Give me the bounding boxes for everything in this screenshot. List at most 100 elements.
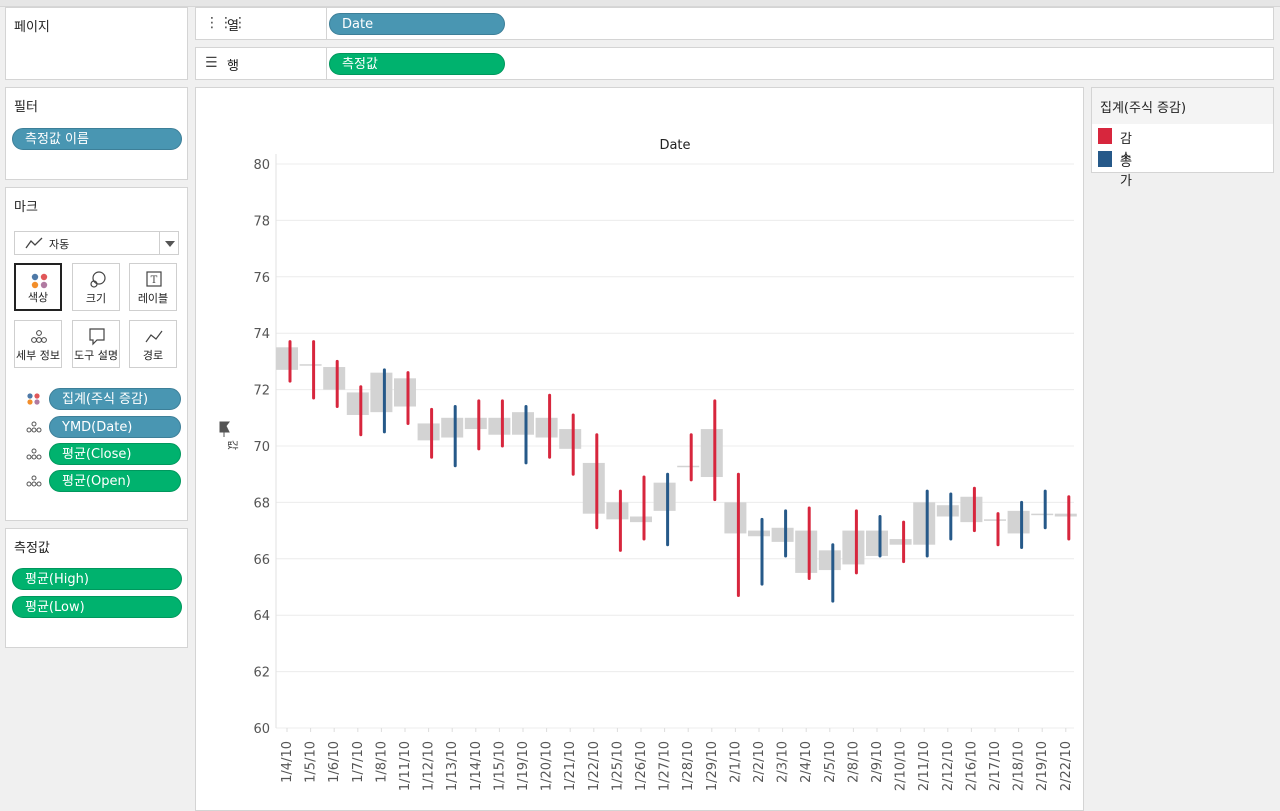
marks-pill-avg-close[interactable]: 평균(Close) xyxy=(49,443,181,465)
line-mark-icon xyxy=(25,237,43,249)
measure-pill-avg-low[interactable]: 평균(Low) xyxy=(12,596,182,618)
marks-pill-trend[interactable]: 집계(주식 증감) xyxy=(49,388,181,410)
x-tick-label: 2/3/10 xyxy=(776,741,791,783)
y-tick-label: 76 xyxy=(253,271,270,286)
color-label: 색상 xyxy=(27,291,49,304)
y-tick-label: 70 xyxy=(253,440,270,455)
marks-field-detail-close[interactable]: 평균(Close) xyxy=(18,443,183,465)
columns-shelf[interactable]: ⋮⋮⋮ 열 Date xyxy=(195,7,1274,40)
candle-body xyxy=(512,412,534,435)
filters-title: 필터 xyxy=(14,100,38,115)
candle-body xyxy=(842,530,865,565)
color-dots-icon xyxy=(27,393,40,405)
y-tick-label: 80 xyxy=(253,158,270,173)
candle-body xyxy=(984,519,1006,521)
x-tick-label: 2/1/10 xyxy=(728,741,743,783)
y-tick-label: 78 xyxy=(253,214,270,229)
candle-body xyxy=(724,502,747,534)
x-tick-label: 2/9/10 xyxy=(870,741,885,783)
candle-body xyxy=(771,527,794,542)
x-tick-label: 2/10/10 xyxy=(894,741,909,791)
marks-field-color[interactable]: 집계(주식 증감) xyxy=(18,388,183,410)
label-button[interactable]: T 레이블 xyxy=(129,263,177,311)
tooltip-button[interactable]: 도구 설명 xyxy=(72,320,120,368)
pin-icon xyxy=(219,421,230,437)
marks-pill-avg-open[interactable]: 평균(Open) xyxy=(49,470,181,492)
candle-body xyxy=(913,502,936,545)
x-tick-label: 1/22/10 xyxy=(587,741,602,791)
rows-label: 행 xyxy=(227,59,239,74)
x-tick-label: 1/4/10 xyxy=(280,741,295,783)
chart-view[interactable]: Date 60 62 64 66 68 70 72 74 76 78 80 값 1/4/10 1/5/10 1… xyxy=(195,87,1084,811)
candle-body xyxy=(582,462,605,514)
candle-body xyxy=(818,550,841,571)
candle-body xyxy=(559,429,582,449)
rows-shelf[interactable]: ☰ 행 측정값 xyxy=(195,47,1274,80)
marks-field-detail-open[interactable]: 평균(Open) xyxy=(18,470,183,492)
measure-values-card: 측정값 평균(High) 평균(Low) xyxy=(5,528,188,648)
candle-body xyxy=(1054,513,1077,517)
x-tick-label: 1/20/10 xyxy=(540,741,555,791)
filters-card[interactable]: 필터 측정값 이름 xyxy=(5,87,188,180)
candle-body xyxy=(936,505,959,517)
detail-button[interactable]: 세부 정보 xyxy=(14,320,62,368)
candle-body xyxy=(370,372,393,413)
y-tick-label: 64 xyxy=(253,609,270,624)
x-tick-label: 2/22/10 xyxy=(1059,741,1074,791)
text-label-icon: T xyxy=(146,271,162,287)
x-tick-label: 2/19/10 xyxy=(1035,741,1050,791)
x-tick-label: 2/4/10 xyxy=(799,741,814,783)
size-label: 크기 xyxy=(85,292,107,305)
legend-header: 집계(주식 증감) xyxy=(1092,88,1273,124)
x-tick-label: 1/8/10 xyxy=(374,741,389,783)
columns-shelf-label: ⋮⋮⋮ 열 xyxy=(196,8,327,39)
detail-dots-icon xyxy=(26,421,42,433)
candle-body xyxy=(535,417,558,438)
marks-pill-ymd-date[interactable]: YMD(Date) xyxy=(49,416,181,438)
x-tick-label: 1/29/10 xyxy=(705,741,720,791)
pages-card[interactable]: 페이지 xyxy=(5,7,188,80)
detail-dots-icon xyxy=(31,330,47,343)
rows-pill-measures[interactable]: 측정값 xyxy=(329,53,505,75)
path-button[interactable]: 경로 xyxy=(129,320,177,368)
measure-pill-avg-high[interactable]: 평균(High) xyxy=(12,568,182,590)
candle-body xyxy=(488,417,511,435)
x-tick-label: 1/21/10 xyxy=(563,741,578,791)
measure-values-title: 측정값 xyxy=(14,541,50,556)
color-legend[interactable]: 집계(주식 증감) 감소 증가 xyxy=(1091,87,1274,189)
candle-body xyxy=(630,516,652,523)
filter-pill-measure-names[interactable]: 측정값 이름 xyxy=(12,128,182,150)
candle-body xyxy=(653,482,676,511)
mark-type-dropdown[interactable]: 자동 xyxy=(14,231,179,255)
marks-field-detail-date[interactable]: YMD(Date) xyxy=(18,416,183,438)
y-tick-label: 60 xyxy=(253,722,270,737)
candle-body xyxy=(276,347,298,370)
columns-pill-date[interactable]: Date xyxy=(329,13,505,35)
candle-body xyxy=(441,417,464,438)
x-tick-label: 2/5/10 xyxy=(823,741,838,783)
size-icon xyxy=(90,271,106,288)
candle-body xyxy=(299,364,322,366)
legend-swatch-increase xyxy=(1098,151,1112,167)
candle-body xyxy=(346,392,369,415)
candle-body xyxy=(795,530,818,573)
columns-label: 열 xyxy=(227,19,239,34)
candlestick-chart[interactable]: Date 60 62 64 66 68 70 72 74 76 78 80 값 1/4/10 1/5/10 1… xyxy=(196,88,1083,810)
x-tick-label: 1/26/10 xyxy=(634,741,649,791)
detail-label: 세부 정보 xyxy=(16,349,60,362)
x-tick-label: 1/6/10 xyxy=(327,741,342,783)
x-tick-label: 2/12/10 xyxy=(941,741,956,791)
svg-text:T: T xyxy=(151,275,158,286)
toolbar-strip xyxy=(0,0,1280,7)
x-tick-label: 1/13/10 xyxy=(445,741,460,791)
x-tick-label: 2/17/10 xyxy=(988,741,1003,791)
candle-body xyxy=(677,465,700,468)
y-axis-title: 값 xyxy=(226,440,239,450)
y-tick-label: 72 xyxy=(253,384,270,399)
marks-card: 마크 자동 색상 크기 T 레이블 세부 정보 도구 설명 경로 집계(주식 증… xyxy=(5,187,188,521)
x-tick-label: 1/19/10 xyxy=(516,741,531,791)
size-button[interactable]: 크기 xyxy=(72,263,120,311)
x-tick-label: 2/16/10 xyxy=(964,741,979,791)
x-tick-label: 1/28/10 xyxy=(681,741,696,791)
color-button[interactable]: 색상 xyxy=(14,263,62,311)
